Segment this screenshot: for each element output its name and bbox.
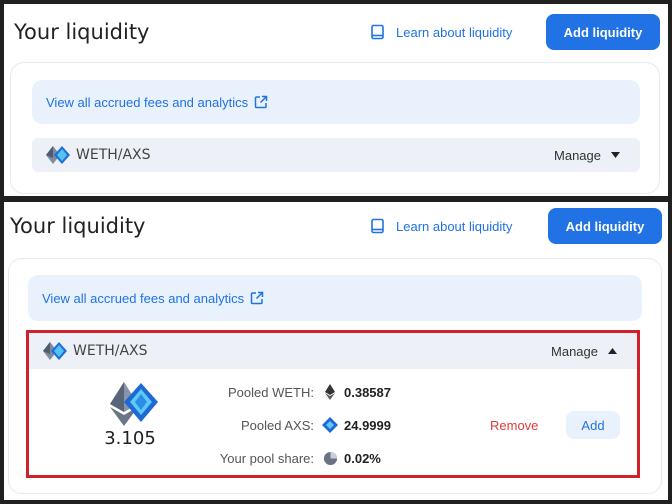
external-link-icon (250, 291, 264, 305)
add-liquidity-button[interactable]: Add liquidity (548, 208, 662, 244)
view-fees-link[interactable]: View all accrued fees and analytics (28, 275, 642, 321)
manage-label: Manage (554, 147, 601, 163)
add-button[interactable]: Add (566, 411, 620, 439)
remove-button[interactable]: Remove (490, 418, 538, 433)
eth-icon (322, 384, 338, 400)
pooled-axs-label: Pooled AXS: (241, 418, 314, 433)
pool-share-value: 0.02% (322, 450, 381, 466)
pooled-axs-value: 24.9999 (322, 417, 391, 433)
learn-about-liquidity-link[interactable]: Learn about liquidity (370, 218, 512, 234)
pooled-weth-value: 0.38587 (322, 384, 391, 400)
lp-token-amount: 3.105 (104, 428, 156, 449)
page-title: Your liquidity (14, 20, 150, 44)
pair-name: WETH/AXS (76, 147, 151, 163)
liquidity-panel-collapsed: Your liquidity Learn about liquidity Add… (4, 4, 668, 196)
view-fees-label: View all accrued fees and analytics (46, 94, 249, 110)
pool-share-amount: 0.02% (344, 450, 381, 466)
learn-about-liquidity-label: Learn about liquidity (396, 24, 513, 40)
book-icon (370, 24, 386, 40)
chevron-down-icon (611, 152, 620, 158)
axs-icon (322, 417, 338, 433)
pooled-weth-label: Pooled WETH: (228, 385, 314, 400)
external-link-icon (254, 95, 268, 109)
pool-share-label: Your pool share: (219, 451, 314, 466)
view-fees-label: View all accrued fees and analytics (42, 290, 245, 306)
pooled-weth-amount: 0.38587 (344, 384, 391, 400)
add-liquidity-button[interactable]: Add liquidity (546, 14, 660, 50)
weth-axs-large-pair-logo (104, 380, 162, 430)
learn-about-liquidity-label: Learn about liquidity (396, 218, 513, 234)
view-fees-link[interactable]: View all accrued fees and analytics (32, 80, 640, 124)
learn-about-liquidity-link[interactable]: Learn about liquidity (370, 24, 512, 40)
pooled-axs-amount: 24.9999 (344, 417, 391, 433)
book-icon (370, 218, 386, 234)
manage-dropdown[interactable]: Manage (554, 148, 620, 163)
position-row-weth-axs[interactable]: WETH/AXS Manage (32, 138, 640, 172)
weth-axs-pair-logo (44, 145, 72, 165)
pie-chart-icon (322, 450, 338, 466)
page-title: Your liquidity (10, 214, 146, 238)
